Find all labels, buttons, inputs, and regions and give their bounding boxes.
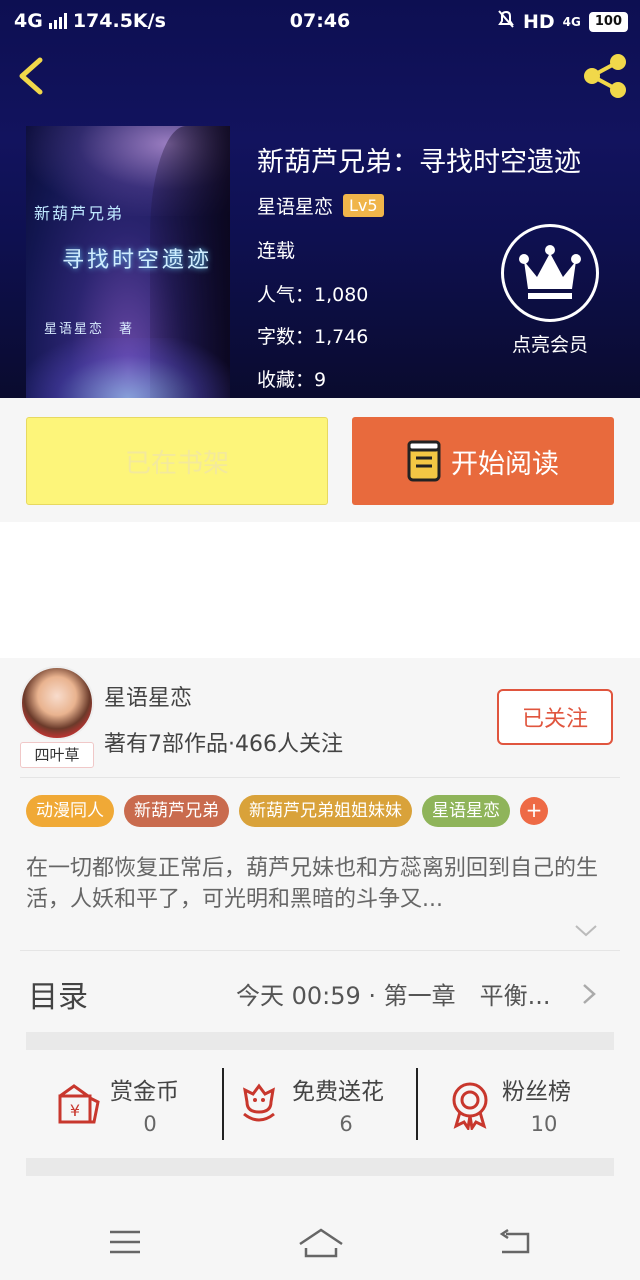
share-icon <box>584 54 626 98</box>
book-icon <box>407 440 441 482</box>
add-tag-button[interactable]: + <box>520 797 548 825</box>
flower-label: 免费送花 <box>292 1079 384 1105</box>
author-row: 星语星恋 Lv5 <box>257 192 384 219</box>
back-button[interactable] <box>14 56 54 96</box>
author-card-name[interactable]: 星语星恋 <box>104 680 192 712</box>
catalog-title: 目录 <box>28 980 88 1015</box>
avatar-badge: 四叶草 <box>20 742 94 768</box>
action-bar: 已在书架 开始阅读 <box>0 398 640 522</box>
flower-stat[interactable]: 免费送花 6 <box>224 1050 416 1158</box>
book-cover[interactable]: 新葫芦兄弟 寻找时空遗迹 星语星恋 著 <box>26 126 230 398</box>
medal-icon <box>452 1082 488 1130</box>
blank-area <box>0 522 640 658</box>
word-count: 字数：1,746 <box>257 326 369 348</box>
status-bar: 4G 174.5K/s 07:46 HD 4G 100 <box>0 0 640 44</box>
share-button[interactable] <box>580 52 630 100</box>
vip-button[interactable]: 点亮会员 <box>500 224 600 364</box>
author-name[interactable]: 星语星恋 <box>257 192 333 219</box>
section-separator <box>26 1158 614 1176</box>
cover-subtitle: 寻找时空遗迹 <box>62 248 213 273</box>
network-4g-indicator: 4G <box>562 14 581 29</box>
menu-icon[interactable] <box>108 1228 142 1256</box>
battery-icon: 100 <box>588 11 628 32</box>
latest-chapter: 今天 00:59 · 第一章 平衡... <box>236 982 551 1010</box>
reward-coin-label: 赏金币 <box>110 1079 179 1105</box>
level-badge: Lv5 <box>343 194 384 217</box>
chevron-down-icon <box>575 925 597 937</box>
cover-series-title: 新葫芦兄弟 <box>34 204 125 223</box>
system-navigation-bar <box>0 1204 640 1280</box>
svg-text:¥: ¥ <box>70 1101 80 1120</box>
catalog-row[interactable]: 目录 今天 00:59 · 第一章 平衡... <box>0 952 640 1032</box>
mute-bell-icon <box>497 9 515 34</box>
home-icon[interactable] <box>298 1228 344 1258</box>
reward-coin-stat[interactable]: ¥ 赏金币 0 <box>26 1050 222 1158</box>
follow-button[interactable]: 已关注 <box>497 689 613 745</box>
back-nav-icon[interactable] <box>498 1228 532 1258</box>
book-status: 连载 <box>257 240 296 262</box>
synopsis[interactable]: 在一切都恢复正常后，葫芦兄妹也和方蕊离别回到自己的生活，人妖和平了，可光明和黑暗… <box>26 853 616 915</box>
tag[interactable]: 新葫芦兄弟 <box>124 795 229 827</box>
crown-icon <box>501 224 599 322</box>
expand-button[interactable] <box>572 920 600 940</box>
flower-icon <box>243 1083 275 1122</box>
tag-list: 动漫同人 新葫芦兄弟 新葫芦兄弟姐姐妹妹 星语星恋 + <box>26 795 548 827</box>
flower-value: 6 <box>339 1112 353 1136</box>
divider <box>20 950 620 951</box>
stats-row: ¥ 赏金币 0 免费送花 6 粉丝榜 10 <box>26 1050 614 1158</box>
popularity: 人气：1,080 <box>257 284 369 306</box>
back-arrow-icon <box>19 57 43 95</box>
fan-ranking-value: 10 <box>530 1112 558 1136</box>
favorites-count: 收藏：9 <box>257 369 327 391</box>
author-avatar[interactable] <box>20 666 94 740</box>
tag[interactable]: 星语星恋 <box>422 795 510 827</box>
reward-coin-icon: ¥ <box>58 1084 100 1124</box>
cover-ground <box>26 338 230 398</box>
author-stats: 著有7部作品·466人关注 <box>104 732 343 757</box>
book-header: 4G 174.5K/s 07:46 HD 4G 100 新葫芦兄弟 寻找时空遗迹… <box>0 0 640 398</box>
in-shelf-button[interactable]: 已在书架 <box>26 417 328 505</box>
reward-coin-value: 0 <box>143 1112 157 1136</box>
hd-indicator: HD <box>522 10 555 33</box>
tag[interactable]: 动漫同人 <box>26 795 114 827</box>
fan-ranking-stat[interactable]: 粉丝榜 10 <box>418 1050 614 1158</box>
author-card: 四叶草 星语星恋 著有7部作品·466人关注 已关注 <box>0 658 640 778</box>
chevron-right-icon <box>583 984 596 1004</box>
tag[interactable]: 新葫芦兄弟姐姐妹妹 <box>239 795 412 827</box>
book-title: 新葫芦兄弟：寻找时空遗迹 <box>257 147 581 178</box>
fan-ranking-label: 粉丝榜 <box>502 1079 571 1105</box>
vip-label: 点亮会员 <box>511 334 588 356</box>
cover-byline: 星语星恋 著 <box>44 322 135 337</box>
divider <box>20 777 620 778</box>
start-reading-button[interactable]: 开始阅读 <box>352 417 614 505</box>
section-separator <box>26 1032 614 1050</box>
start-reading-label: 开始阅读 <box>451 448 559 480</box>
